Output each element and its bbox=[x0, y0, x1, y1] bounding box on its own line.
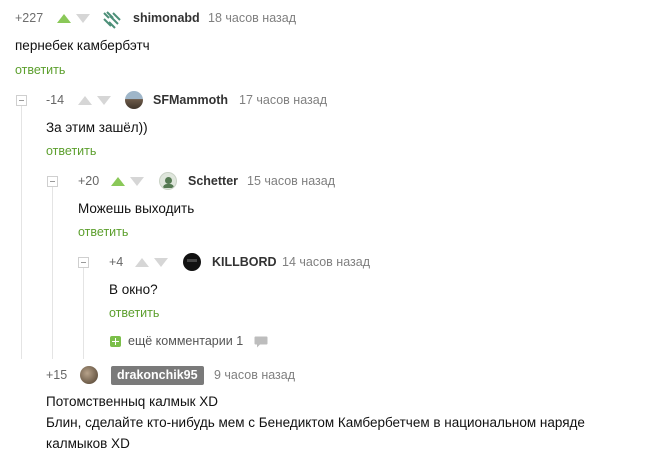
comment-rating: -14 bbox=[46, 93, 65, 107]
comment-text-line: калмыков XD bbox=[46, 436, 130, 451]
comment-text-line: Блин, сделайте кто-нибудь мем с Бенедикт… bbox=[46, 415, 585, 430]
avatar[interactable] bbox=[102, 10, 122, 30]
avatar[interactable] bbox=[159, 172, 177, 190]
comment-rating: +4 bbox=[109, 255, 124, 269]
avatar[interactable] bbox=[125, 91, 143, 109]
avatar[interactable] bbox=[183, 253, 201, 271]
reply-link[interactable]: ответить bbox=[78, 225, 128, 239]
upvote-icon[interactable] bbox=[78, 96, 92, 105]
timestamp[interactable]: 9 часов назад bbox=[214, 368, 295, 382]
reply-link[interactable]: ответить bbox=[109, 306, 159, 320]
timestamp[interactable]: 14 часов назад bbox=[282, 255, 370, 269]
speech-bubble-icon bbox=[254, 336, 268, 348]
comment-text: За этим зашёл)) bbox=[46, 120, 148, 135]
timestamp[interactable]: 18 часов назад bbox=[208, 11, 296, 25]
upvote-icon[interactable] bbox=[135, 258, 149, 267]
plus-icon bbox=[110, 336, 121, 347]
downvote-icon[interactable] bbox=[130, 177, 144, 186]
downvote-icon[interactable] bbox=[76, 14, 90, 23]
username[interactable]: shimonabd bbox=[133, 11, 200, 25]
more-comments-label[interactable]: ещё комментарии 1 bbox=[128, 334, 243, 348]
username[interactable]: KILLBORD bbox=[212, 255, 277, 269]
downvote-icon[interactable] bbox=[154, 258, 168, 267]
comment-text: Можешь выходить bbox=[78, 201, 195, 216]
comment-text-line: Потомственныq калмык XD bbox=[46, 394, 219, 409]
timestamp[interactable]: 15 часов назад bbox=[247, 174, 335, 188]
downvote-icon[interactable] bbox=[97, 96, 111, 105]
thread-line bbox=[21, 105, 22, 359]
comment-rating: +20 bbox=[78, 174, 100, 188]
comment-rating: +15 bbox=[46, 368, 68, 382]
collapse-button[interactable] bbox=[78, 257, 89, 268]
timestamp[interactable]: 17 часов назад bbox=[239, 93, 327, 107]
username[interactable]: Schetter bbox=[188, 174, 238, 188]
upvote-icon[interactable] bbox=[57, 14, 71, 23]
collapse-button[interactable] bbox=[47, 176, 58, 187]
thread-line bbox=[83, 268, 84, 359]
comment-text: В окно? bbox=[109, 282, 158, 297]
comment-text: пернебек камбербэтч bbox=[15, 38, 150, 53]
reply-link[interactable]: ответить bbox=[15, 63, 65, 77]
reply-link[interactable]: ответить bbox=[46, 144, 96, 158]
comment-rating: +227 bbox=[15, 11, 44, 25]
upvote-icon[interactable] bbox=[111, 177, 125, 186]
avatar[interactable] bbox=[80, 366, 98, 384]
collapse-button[interactable] bbox=[16, 95, 27, 106]
username[interactable]: SFMammoth bbox=[153, 93, 228, 107]
thread-line bbox=[52, 187, 53, 359]
username-badge[interactable]: drakonchik95 bbox=[111, 366, 204, 385]
